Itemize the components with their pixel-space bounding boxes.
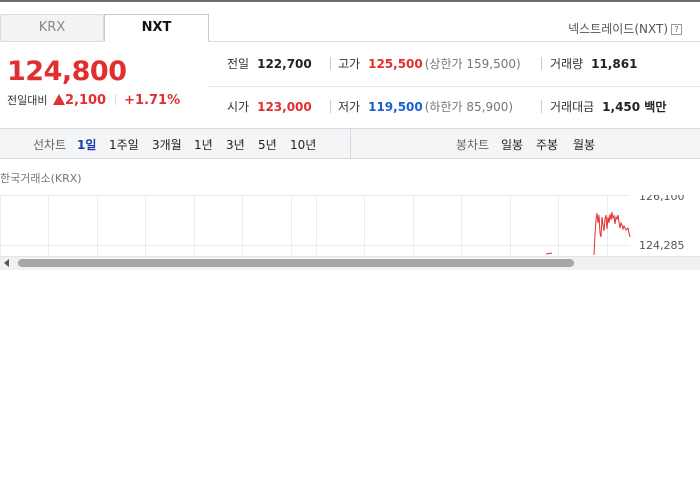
stat-label: 시가 <box>227 100 250 114</box>
exchange-label: 한국거래소(KRX) <box>0 172 82 185</box>
line-chart-label: 선차트 <box>33 138 67 152</box>
period-3y-button[interactable]: 3년 <box>226 136 245 153</box>
stat-value: 119,500 <box>368 100 423 114</box>
stat-value: 125,500 <box>368 57 423 71</box>
stats-divider <box>209 86 700 87</box>
current-price: 124,800 <box>7 56 127 87</box>
stat-value: 123,000 <box>257 100 312 114</box>
stat-amount: 거래대금 1,450 백만 <box>550 98 666 115</box>
period-10y-button[interactable]: 10년 <box>290 136 316 153</box>
up-triangle-icon <box>52 94 65 105</box>
candle-chart-label: 봉차트 <box>456 138 490 152</box>
divider <box>541 100 542 113</box>
help-icon[interactable]: ? <box>671 24 682 35</box>
divider <box>330 100 331 113</box>
tab-nxt[interactable]: NXT <box>104 14 209 42</box>
y-tick-top: 126,100 <box>639 195 685 203</box>
scroll-left-arrow-icon[interactable] <box>4 259 9 267</box>
candle-weekly-button[interactable]: 주봉 <box>536 136 558 153</box>
divider <box>541 57 542 70</box>
tab-underline <box>209 41 700 42</box>
price-change: 전일대비 2,100 +1.71% <box>7 92 180 108</box>
price-line-tail <box>545 252 553 255</box>
candle-monthly-button[interactable]: 월봉 <box>573 136 595 153</box>
horizontal-scrollbar[interactable] <box>0 256 700 270</box>
tab-krx[interactable]: KRX <box>0 14 104 42</box>
nxt-info: 넥스트레이드(NXT)? <box>568 20 682 37</box>
change-label: 전일대비 <box>7 94 48 107</box>
period-1y-button[interactable]: 1년 <box>194 136 213 153</box>
chart-gridlines <box>0 195 630 255</box>
chart-controls: 선차트 1일 1주일 3개월 1년 3년 5년 10년 봉차트 일봉 주봉 월봉 <box>0 128 700 159</box>
period-3m-button[interactable]: 3개월 <box>152 136 182 153</box>
stat-label: 거래대금 <box>550 100 595 114</box>
divider <box>350 129 351 159</box>
change-value: 2,100 <box>64 93 107 108</box>
stat-value: 122,700 <box>257 57 312 71</box>
stat-label: 고가 <box>338 57 361 71</box>
period-1d-button[interactable]: 1일 <box>77 136 96 153</box>
divider <box>330 57 331 70</box>
stat-label: 거래량 <box>550 57 584 71</box>
nxt-label: 넥스트레이드(NXT) <box>568 22 668 36</box>
upper-limit: (상한가 159,500) <box>424 57 521 71</box>
period-5y-button[interactable]: 5년 <box>258 136 277 153</box>
candle-daily-button[interactable]: 일봉 <box>501 136 523 153</box>
scrollbar-thumb[interactable] <box>18 259 574 267</box>
divider <box>114 94 116 105</box>
stat-value: 11,861 <box>591 57 638 71</box>
stat-label: 전일 <box>227 57 250 71</box>
change-percent: +1.71% <box>124 93 181 108</box>
price-chart: 126,100 124,285 <box>0 195 685 255</box>
stat-value: 1,450 백만 <box>602 100 667 114</box>
stat-prev-close: 전일 122,700 <box>227 55 312 72</box>
top-border <box>0 0 700 2</box>
stat-label: 저가 <box>338 100 361 114</box>
stat-low: 저가 119,500 (하한가 85,900) <box>338 98 513 115</box>
price-line <box>593 211 631 255</box>
stat-open: 시가 123,000 <box>227 98 312 115</box>
lower-limit: (하한가 85,900) <box>424 100 514 114</box>
period-1w-button[interactable]: 1주일 <box>109 136 139 153</box>
y-tick-mid: 124,285 <box>639 239 685 252</box>
stat-volume: 거래량 11,861 <box>550 55 637 72</box>
stat-high: 고가 125,500 (상한가 159,500) <box>338 55 521 72</box>
